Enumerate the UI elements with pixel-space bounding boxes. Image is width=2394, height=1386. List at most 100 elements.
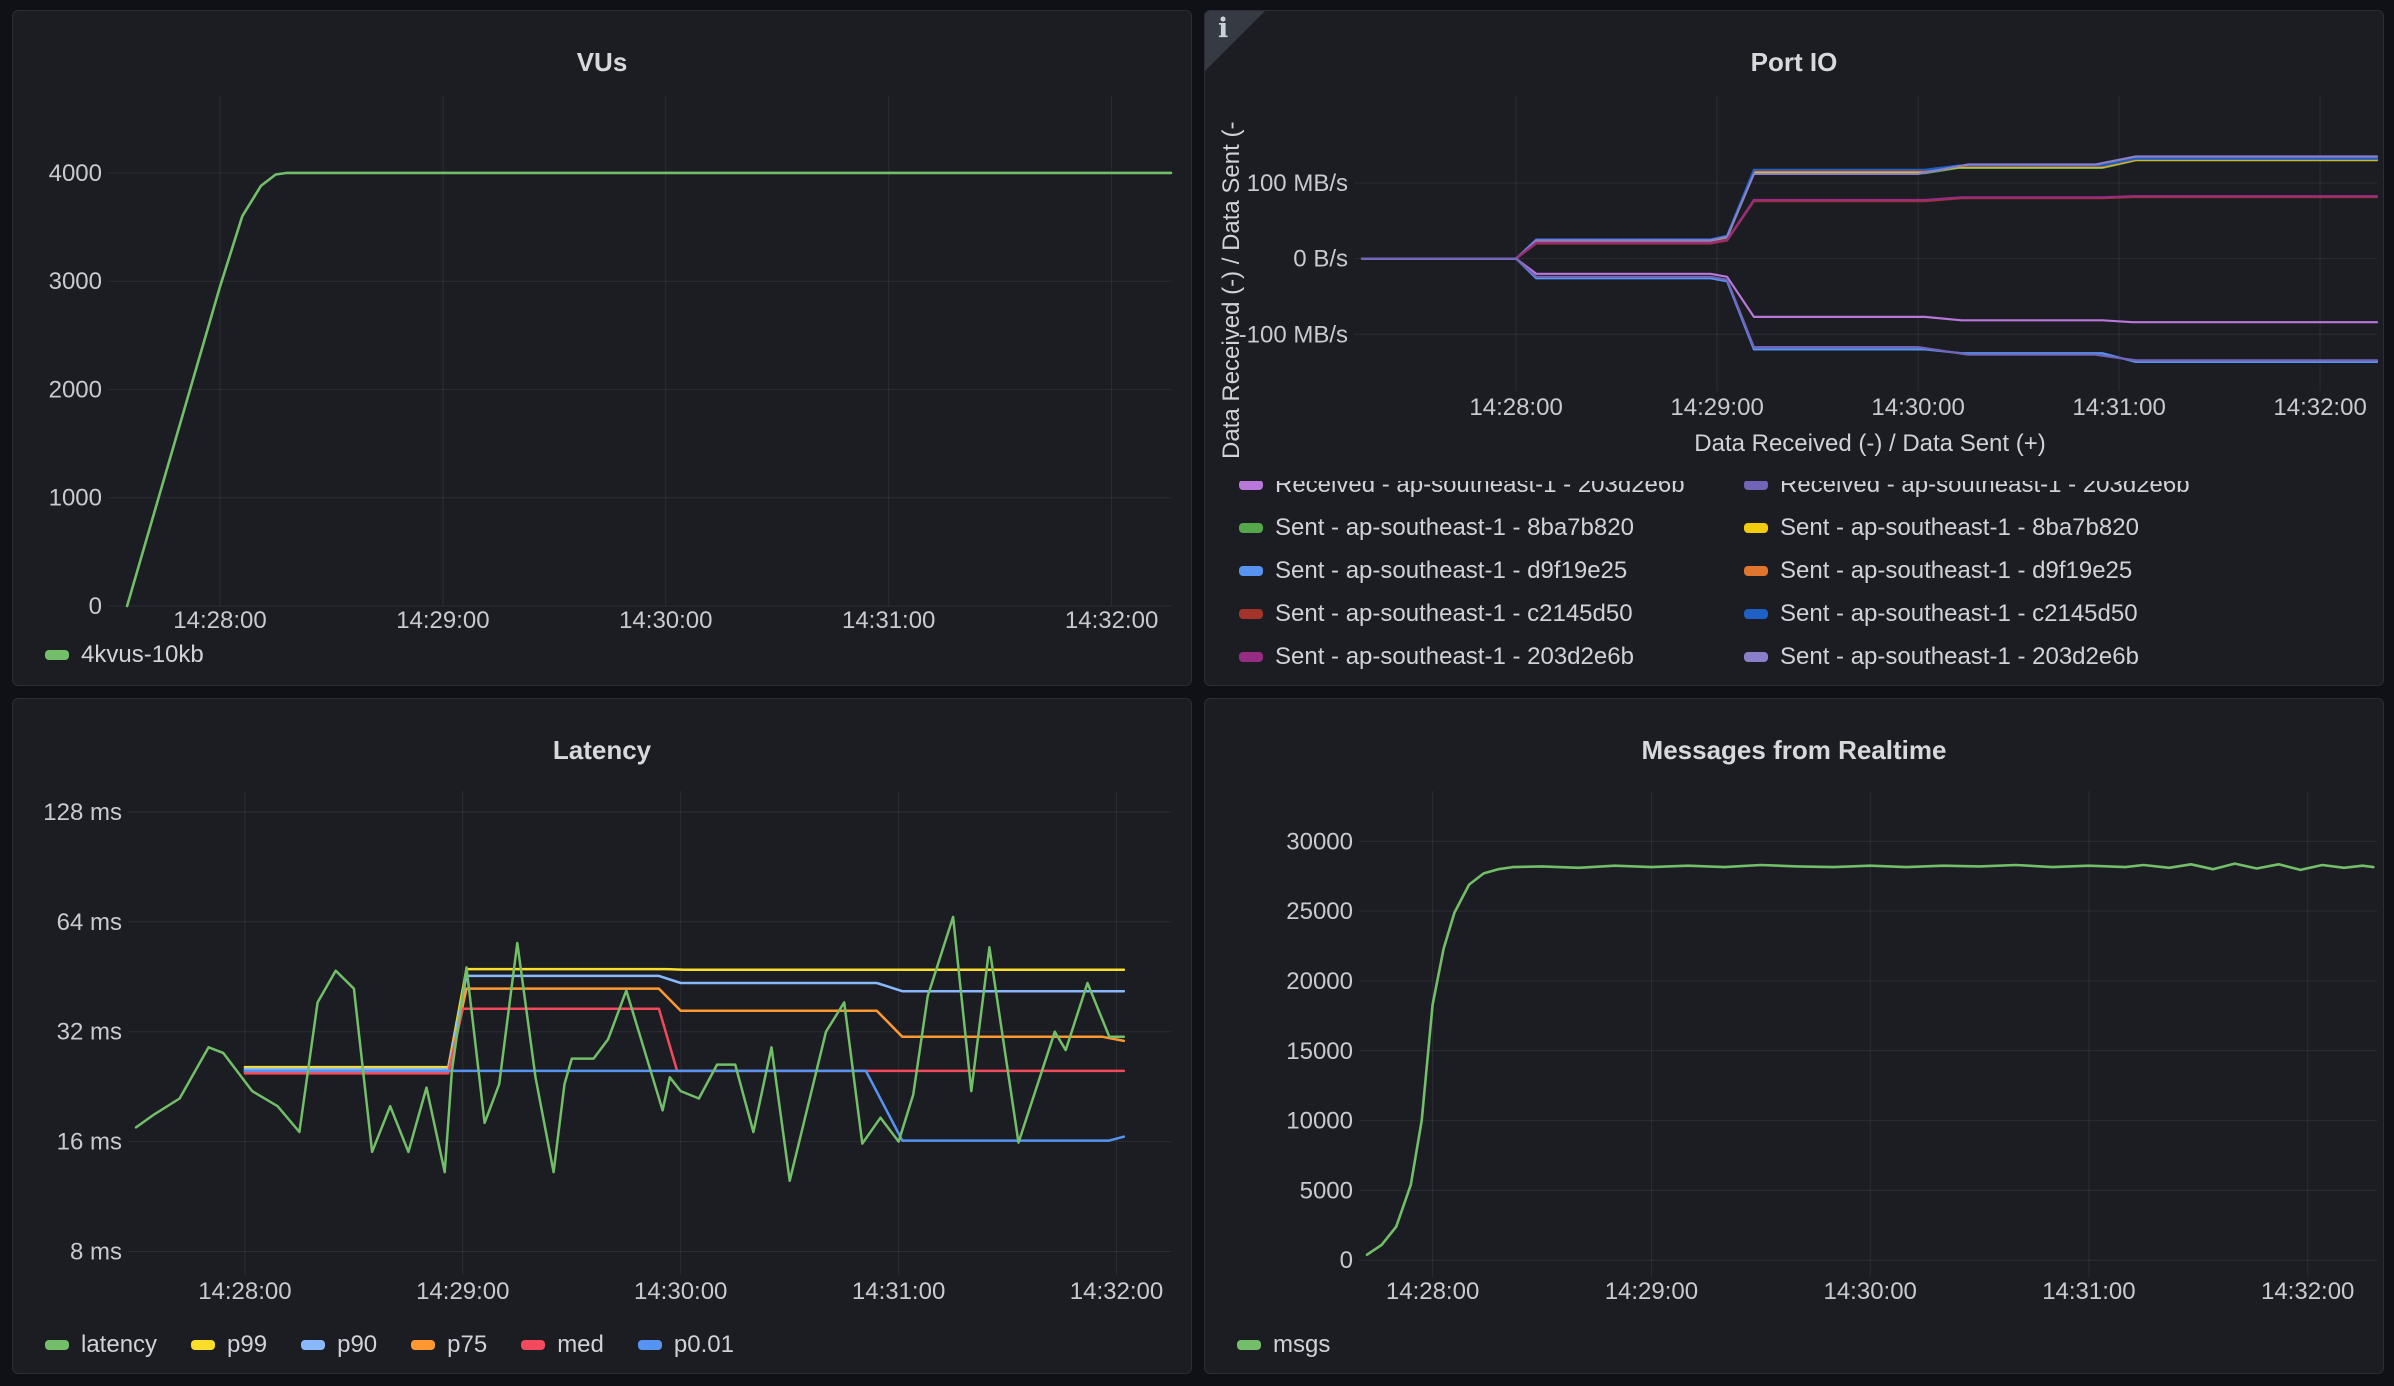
panel-title-portio[interactable]: Port IO bbox=[1205, 47, 2383, 78]
latency-chart[interactable]: 8 ms16 ms32 ms64 ms128 ms14:28:0014:29:0… bbox=[13, 699, 1192, 1374]
y-tick-label: 100 MB/s bbox=[1247, 170, 1348, 197]
legend-item-msgs[interactable]: msgs bbox=[1237, 1331, 1330, 1359]
x-tick-label: 14:32:00 bbox=[2261, 1278, 2354, 1305]
legend-item-sent-ap-southeast-1-203d2e6b[interactable]: Sent - ap-southeast-1 - 203d2e6b bbox=[1239, 643, 1744, 671]
legend-item-4kvus-10kb[interactable]: 4kvus-10kb bbox=[45, 641, 204, 669]
legend-series-label: p75 bbox=[447, 1331, 487, 1359]
legend-series-marker bbox=[1239, 566, 1263, 576]
legend-series-label: Sent - ap-southeast-1 - d9f19e25 bbox=[1780, 557, 2132, 585]
vus-legend: 4kvus-10kb bbox=[45, 641, 204, 669]
x-tick-label: 14:32:00 bbox=[1070, 1278, 1163, 1305]
y-tick-label: 32 ms bbox=[57, 1019, 122, 1046]
x-tick-label: 14:29:00 bbox=[396, 607, 489, 634]
legend-row: Sent - ap-southeast-1 - 203d2e6b Sent - a… bbox=[1239, 635, 2367, 678]
panel-title-vus[interactable]: VUs bbox=[13, 47, 1191, 78]
vus-chart[interactable]: 0100020003000400014:28:0014:29:0014:30:0… bbox=[13, 11, 1192, 686]
y-axis-label: Data Received (-) / Data Sent (- bbox=[1218, 122, 1245, 459]
panel-title-latency[interactable]: Latency bbox=[13, 735, 1191, 766]
legend-series-label: 4kvus-10kb bbox=[81, 641, 204, 669]
legend-item-received-ap-southeast-1-203d2e6b[interactable]: Received - ap-southeast-1 - 203d2e6b bbox=[1239, 471, 1744, 499]
x-axis-label: Data Received (-) / Data Sent (+) bbox=[1694, 430, 2045, 457]
panel-msgs: Messages from Realtime 05000100001500020… bbox=[1204, 698, 2384, 1374]
x-tick-label: 14:31:00 bbox=[2042, 1278, 2135, 1305]
x-tick-label: 14:29:00 bbox=[416, 1278, 509, 1305]
x-tick-label: 14:29:00 bbox=[1670, 394, 1763, 421]
legend-series-marker bbox=[45, 650, 69, 660]
series-0-sent-ap-southeast-1-8ba7b820 bbox=[1362, 160, 2377, 258]
legend-series-label: Sent - ap-southeast-1 - 203d2e6b bbox=[1275, 643, 1634, 671]
x-tick-label: 14:28:00 bbox=[1386, 1278, 1479, 1305]
portio-legend: Received - ap-southeast-1 - 203d2e6b Rece… bbox=[1239, 463, 2367, 678]
legend-series-label: Sent - ap-southeast-1 - d9f19e25 bbox=[1275, 557, 1627, 585]
legend-item-sent-ap-southeast-1-203d2e6b[interactable]: Sent - ap-southeast-1 - 203d2e6b bbox=[1744, 643, 2139, 671]
legend-series-label: Sent - ap-southeast-1 - 8ba7b820 bbox=[1275, 514, 1634, 542]
legend-item-med[interactable]: med bbox=[521, 1331, 604, 1359]
legend-series-marker bbox=[1744, 523, 1768, 533]
panel-info-corner[interactable] bbox=[1205, 11, 1265, 71]
y-tick-label: 4000 bbox=[49, 160, 102, 187]
legend-series-marker bbox=[1239, 480, 1263, 490]
legend-item-sent-ap-southeast-1-8ba7b820[interactable]: Sent - ap-southeast-1 - 8ba7b820 bbox=[1744, 514, 2139, 542]
legend-item-sent-ap-southeast-1-c2145d50[interactable]: Sent - ap-southeast-1 - c2145d50 bbox=[1239, 600, 1744, 628]
y-tick-label: 0 bbox=[89, 593, 102, 620]
legend-item-p90[interactable]: p90 bbox=[301, 1331, 377, 1359]
legend-series-marker bbox=[638, 1340, 662, 1350]
legend-series-label: Received - ap-southeast-1 - 203d2e6b bbox=[1780, 471, 2190, 499]
legend-item-sent-ap-southeast-1-d9f19e25[interactable]: Sent - ap-southeast-1 - d9f19e25 bbox=[1744, 557, 2132, 585]
x-tick-label: 14:32:00 bbox=[2273, 394, 2366, 421]
legend-series-marker bbox=[521, 1340, 545, 1350]
y-tick-label: 15000 bbox=[1286, 1038, 1353, 1065]
legend-item-p0-01[interactable]: p0.01 bbox=[638, 1331, 734, 1359]
legend-series-marker bbox=[1239, 609, 1263, 619]
series-2-p75 bbox=[245, 989, 1124, 1072]
legend-item-p99[interactable]: p99 bbox=[191, 1331, 267, 1359]
legend-item-p75[interactable]: p75 bbox=[411, 1331, 487, 1359]
legend-row: Sent - ap-southeast-1 - c2145d50Sent - a… bbox=[1239, 592, 2367, 635]
series-4-p0-01 bbox=[245, 1071, 1124, 1141]
legend-series-marker bbox=[1744, 609, 1768, 619]
series-group bbox=[1362, 157, 2377, 362]
panel-vus: VUs 0100020003000400014:28:0014:29:0014:… bbox=[12, 10, 1192, 686]
legend-item-sent-ap-southeast-1-c2145d50[interactable]: Sent - ap-southeast-1 - c2145d50 bbox=[1744, 600, 2138, 628]
series-5-sent-ap-southeast-1-c2145d50 bbox=[1362, 197, 2377, 259]
legend-item-latency[interactable]: latency bbox=[45, 1331, 157, 1359]
y-tick-label: 0 B/s bbox=[1293, 246, 1348, 273]
y-tick-label: 5000 bbox=[1300, 1177, 1353, 1204]
series-6-sent-ap-southeast-1-203d2e6b bbox=[1362, 196, 2377, 258]
legend-row: Sent - ap-southeast-1 - 8ba7b820 Sent - a… bbox=[1239, 506, 2367, 549]
grafana-dashboard: { "dashboard": { "background": "#101116"… bbox=[0, 0, 2394, 1386]
y-tick-label: 8 ms bbox=[70, 1239, 122, 1266]
legend-series-marker bbox=[1239, 523, 1263, 533]
msgs-chart[interactable]: 05000100001500020000250003000014:28:0014… bbox=[1205, 699, 2384, 1374]
legend-item-sent-ap-southeast-1-8ba7b820[interactable]: Sent - ap-southeast-1 - 8ba7b820 bbox=[1239, 514, 1744, 542]
legend-series-label: msgs bbox=[1273, 1331, 1330, 1359]
x-tick-label: 14:28:00 bbox=[1469, 394, 1562, 421]
y-tick-label: 30000 bbox=[1286, 828, 1353, 855]
y-tick-label: 2000 bbox=[49, 376, 102, 403]
x-tick-label: 14:28:00 bbox=[198, 1278, 291, 1305]
y-tick-label: 128 ms bbox=[43, 799, 122, 826]
legend-series-label: Sent - ap-southeast-1 - 8ba7b820 bbox=[1780, 514, 2139, 542]
x-tick-label: 14:30:00 bbox=[1823, 1278, 1916, 1305]
y-tick-label: -100 MB/s bbox=[1239, 321, 1348, 348]
x-tick-label: 14:30:00 bbox=[634, 1278, 727, 1305]
x-tick-label: 14:31:00 bbox=[842, 607, 935, 634]
y-tick-label: 10000 bbox=[1286, 1108, 1353, 1135]
x-tick-label: 14:32:00 bbox=[1065, 607, 1158, 634]
legend-series-label: p99 bbox=[227, 1331, 267, 1359]
legend-series-marker bbox=[301, 1340, 325, 1350]
legend-series-marker bbox=[191, 1340, 215, 1350]
panel-title-msgs[interactable]: Messages from Realtime bbox=[1205, 735, 2383, 766]
legend-item-sent-ap-southeast-1-d9f19e25[interactable]: Sent - ap-southeast-1 - d9f19e25 bbox=[1239, 557, 1744, 585]
y-tick-label: 20000 bbox=[1286, 968, 1353, 995]
legend-series-label: p90 bbox=[337, 1331, 377, 1359]
y-tick-label: 25000 bbox=[1286, 898, 1353, 925]
legend-series-label: p0.01 bbox=[674, 1331, 734, 1359]
legend-series-label: latency bbox=[81, 1331, 157, 1359]
legend-item-received-ap-southeast-1-203d2e6b[interactable]: Received - ap-southeast-1 - 203d2e6b bbox=[1744, 471, 2190, 499]
legend-row: Received - ap-southeast-1 - 203d2e6b Rece… bbox=[1239, 463, 2367, 506]
legend-series-marker bbox=[1239, 652, 1263, 662]
info-icon[interactable]: i bbox=[1218, 13, 1228, 44]
x-tick-label: 14:28:00 bbox=[173, 607, 266, 634]
y-tick-label: 1000 bbox=[49, 485, 102, 512]
